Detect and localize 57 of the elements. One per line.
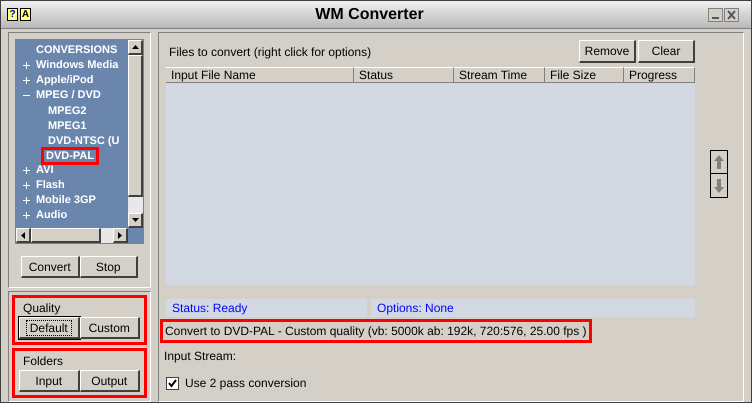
options-text: Options: None [371,299,695,317]
column-header[interactable]: Status [354,67,454,83]
two-pass-checkbox[interactable] [166,376,179,390]
help-button[interactable]: ? [7,8,18,21]
input-stream-label: Input Stream: [164,348,238,365]
tree-item[interactable]: MPEG2 [46,104,89,116]
expand-icon[interactable] [23,167,30,174]
expand-icon[interactable] [23,77,30,84]
quality-option-button[interactable]: Custom [80,317,140,339]
tree-item[interactable]: CONVERSIONS [36,42,118,59]
highlight-frame: Convert to DVD-PAL - Custom quality (vb: 5000k ab: 192k, 720:576, 25.00 fps ) [160,319,592,343]
down-arrow-icon[interactable] [132,218,138,222]
convert-button[interactable]: Convert [21,256,80,278]
left-arrow-icon[interactable] [21,232,25,238]
check-icon [168,378,177,388]
group-title: Folders [23,354,64,369]
column-header[interactable]: Stream Time [454,67,545,83]
tree-item[interactable]: Flash [36,177,65,194]
expand-icon[interactable] [23,197,30,204]
stop-button[interactable]: Stop [80,256,138,278]
expand-icon[interactable] [23,62,30,69]
tree-item[interactable]: DVD-NTSC (U [46,134,122,146]
clear-button[interactable]: Clear [638,40,695,63]
move-down-button[interactable] [710,174,728,198]
tree-item[interactable]: AVI [36,162,54,179]
tree-item[interactable]: MPEG / DVD [36,87,101,104]
tree-item[interactable]: DVD-PAL [41,146,100,164]
expand-icon[interactable] [23,212,30,219]
folders-option-button[interactable]: Output [80,370,140,392]
down-arrow-icon [714,178,724,192]
quality-option-button[interactable]: Default [19,317,80,339]
vertical-scrollbar[interactable] [128,40,143,228]
horizontal-scrollbar[interactable] [16,228,128,243]
status-text: Status: Ready [166,299,367,317]
move-up-button[interactable] [710,150,728,174]
up-arrow-icon[interactable] [132,45,138,49]
window-title: WM Converter [314,4,425,24]
group-title: Quality [23,301,62,316]
folders-option-button[interactable]: Input [19,370,80,392]
expand-icon[interactable] [23,182,30,189]
close-icon[interactable] [724,8,739,22]
up-arrow-icon [714,155,724,169]
two-pass-label: Use 2 pass conversion [185,375,306,392]
tree-item[interactable]: Apple/iPod [36,72,94,89]
minimize-icon[interactable] [708,8,723,22]
right-arrow-icon[interactable] [118,232,122,238]
tree-item[interactable]: Mobile 3GP [36,192,96,209]
collapse-icon[interactable] [23,92,30,99]
tree-item[interactable]: MPEG1 [46,120,89,132]
files-label: Files to convert (right click for options) [168,44,372,61]
column-header[interactable]: Progress [624,67,695,83]
column-header[interactable]: Input File Name [166,67,354,83]
column-header[interactable]: File Size [545,67,624,83]
font-button[interactable]: A [20,8,31,21]
remove-button[interactable]: Remove [579,40,636,63]
tree-item[interactable]: Audio [36,207,68,224]
tree-item[interactable]: Windows Media [36,57,118,74]
